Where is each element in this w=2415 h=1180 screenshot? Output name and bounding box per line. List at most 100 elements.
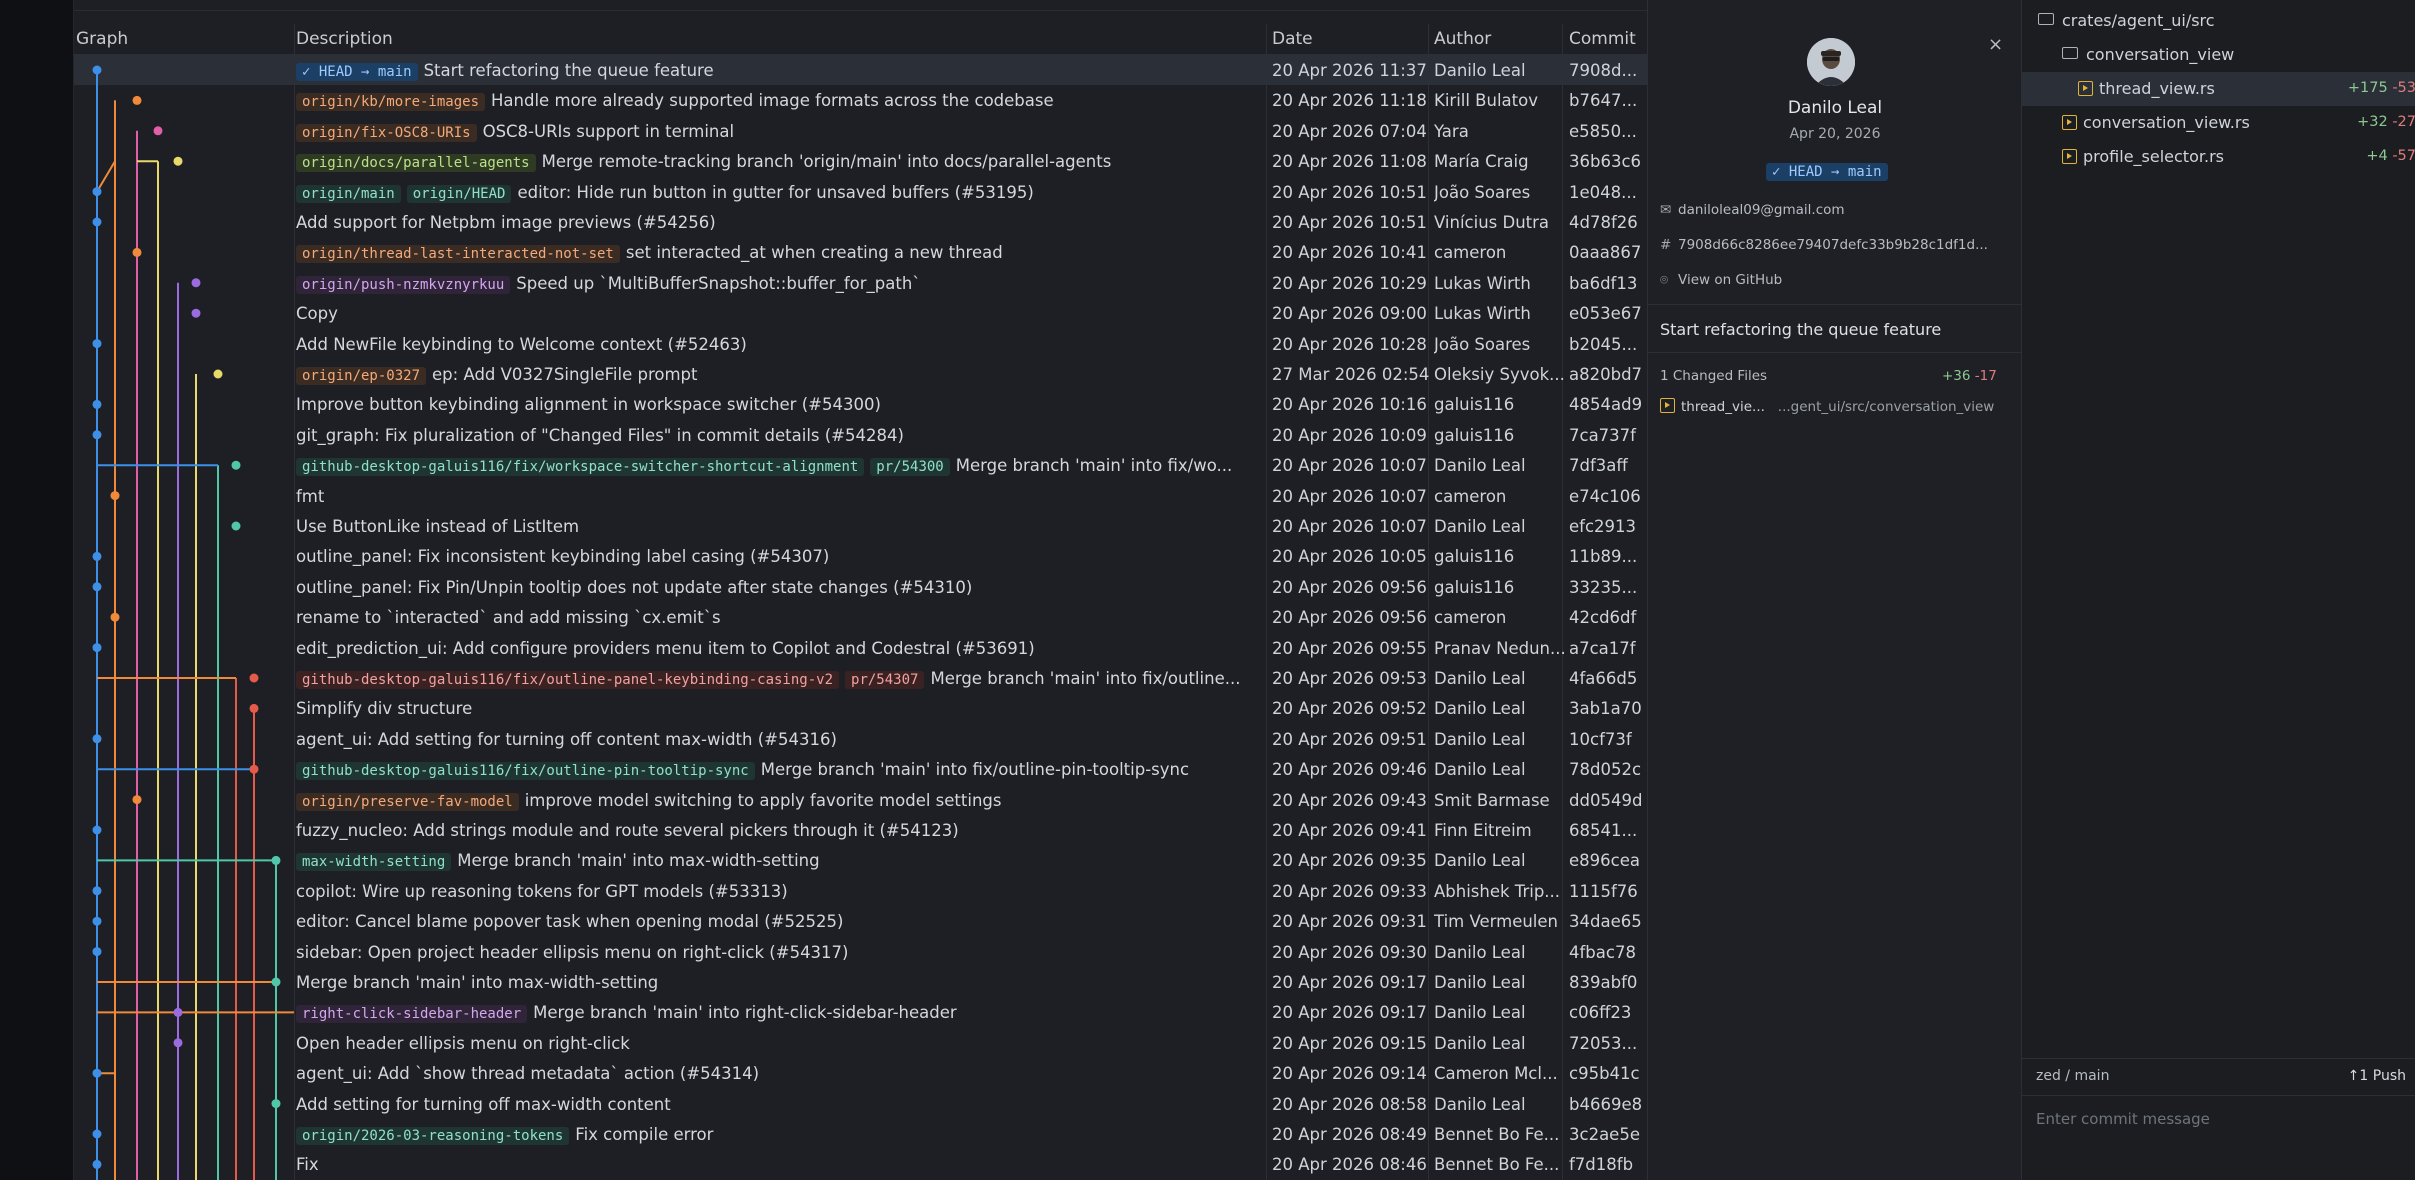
commit-node[interactable] — [153, 126, 163, 136]
commit-row[interactable]: Add NewFile keybinding to Welcome contex… — [74, 329, 1647, 359]
commit-node[interactable] — [231, 521, 241, 531]
commit-node[interactable] — [92, 187, 102, 197]
commit-node[interactable] — [271, 855, 281, 865]
commit-row[interactable]: origin/2026-03-reasoning-tokens Fix compi… — [74, 1119, 1647, 1149]
commit-row[interactable]: agent_ui: Add `show thread metadata` act… — [74, 1058, 1647, 1088]
commit-node[interactable] — [132, 247, 142, 257]
commit-row[interactable]: right-click-sidebar-header Merge branch '… — [74, 997, 1647, 1027]
commit-hash: 839abf0 — [1569, 973, 1638, 992]
commit-date: 20 Apr 2026 10:51 — [1272, 182, 1427, 202]
commit-row[interactable]: fuzzy_nucleo: Add strings module and rou… — [74, 815, 1647, 845]
commit-row[interactable]: origin/ep-0327 ep: Add V0327SingleFile pr… — [74, 359, 1647, 389]
commit-description: sidebar: Open project header ellipsis me… — [296, 943, 1336, 962]
commit-node[interactable] — [231, 460, 241, 470]
commit-row[interactable]: origin/kb/more-images Handle more already… — [74, 85, 1647, 115]
commit-node[interactable] — [191, 278, 201, 288]
col-commit[interactable]: Commit — [1569, 29, 1636, 49]
commit-row[interactable]: Open header ellipsis menu on right-click… — [74, 1028, 1647, 1058]
commit-row[interactable]: Fix 20 Apr 2026 08:46 Bennet Bo Fe... f7d18… — [74, 1149, 1647, 1179]
commit-node[interactable] — [92, 947, 102, 957]
commit-row[interactable]: git_graph: Fix pluralization of "Changed… — [74, 420, 1647, 450]
commit-row[interactable]: github-desktop-galuis116/fix/outline-pin… — [74, 754, 1647, 784]
commit-row[interactable]: origin/docs/parallel-agents Merge remote-… — [74, 146, 1647, 176]
commit-node[interactable] — [92, 65, 102, 75]
commit-row[interactable]: origin/preserve-fav-model improve model s… — [74, 785, 1647, 815]
commit-date: 20 Apr 2026 10:07 — [1272, 456, 1427, 476]
col-description[interactable]: Description — [296, 29, 393, 49]
push-button[interactable]: ↑1 Push — [2348, 1068, 2406, 1084]
commit-row[interactable]: Use ButtonLike instead of ListItem 20 Apr… — [74, 511, 1647, 541]
commit-row[interactable]: ✓ HEAD → main Start refactoring the queue… — [74, 55, 1647, 86]
commit-node[interactable] — [271, 977, 281, 987]
view-on-github-link[interactable]: ⌾ View on GitHub — [1660, 272, 1782, 288]
tree-folder-root[interactable]: crates/agent_ui/src — [2022, 4, 2415, 38]
commit-node[interactable] — [213, 369, 223, 379]
commit-node[interactable] — [92, 734, 102, 744]
commit-row[interactable]: outline_panel: Fix Pin/Unpin tooltip doe… — [74, 572, 1647, 602]
email-line[interactable]: ✉ daniloleal09@gmail.com — [1660, 202, 1845, 218]
commit-node[interactable] — [191, 308, 201, 318]
commit-row[interactable]: Simplify div structure 20 Apr 2026 09:52 D… — [74, 693, 1647, 723]
commit-node[interactable] — [249, 673, 259, 683]
commit-row[interactable]: origin/thread-last-interacted-not-set set… — [74, 237, 1647, 267]
commit-row[interactable]: editor: Cancel blame popover task when o… — [74, 906, 1647, 936]
close-icon[interactable]: × — [1988, 34, 2003, 55]
commit-node[interactable] — [173, 1038, 183, 1048]
changed-file-item[interactable]: thread_vie... ...gent_ui/src/conversatio… — [1660, 398, 1994, 415]
commit-row[interactable]: Copy 20 Apr 2026 09:00 Lukas Wirth e053e67 — [74, 298, 1647, 328]
tree-file-thread-view[interactable]: thread_view.rs +175 -53 — [2022, 72, 2415, 106]
commit-node[interactable] — [92, 1159, 102, 1169]
commit-node[interactable] — [132, 795, 142, 805]
commit-node[interactable] — [92, 551, 102, 561]
commit-row[interactable]: outline_panel: Fix inconsistent keybindi… — [74, 541, 1647, 571]
commit-node[interactable] — [92, 1068, 102, 1078]
commit-row[interactable]: Add support for Netpbm image previews (#… — [74, 207, 1647, 237]
commit-row[interactable]: github-desktop-galuis116/fix/workspace-s… — [74, 450, 1647, 480]
col-author[interactable]: Author — [1434, 29, 1491, 49]
commit-node[interactable] — [92, 886, 102, 896]
commit-row[interactable]: github-desktop-galuis116/fix/outline-pan… — [74, 663, 1647, 693]
commit-node[interactable] — [92, 643, 102, 653]
sha-line[interactable]: #7908d66c8286ee79407defc33b9b28c1df1d... — [1660, 237, 1988, 253]
commit-row[interactable]: max-width-setting Merge branch 'main' int… — [74, 845, 1647, 875]
commit-node[interactable] — [92, 399, 102, 409]
commit-node[interactable] — [173, 156, 183, 166]
commit-row[interactable]: origin/push-nzmkvznyrkuu Speed up `MultiB… — [74, 268, 1647, 298]
commit-author: Lukas Wirth — [1434, 273, 1531, 293]
tree-file-profile-selector[interactable]: profile_selector.rs +4 -57 — [2022, 140, 2415, 174]
commit-node[interactable] — [249, 764, 259, 774]
commit-node[interactable] — [110, 612, 120, 622]
tree-file-conversation-view[interactable]: conversation_view.rs +32 -27 — [2022, 106, 2415, 140]
branch-selector[interactable]: zed / main — [2036, 1068, 2109, 1084]
commit-row[interactable]: agent_ui: Add setting for turning off co… — [74, 724, 1647, 754]
commit-row[interactable]: sidebar: Open project header ellipsis me… — [74, 937, 1647, 967]
commit-node[interactable] — [110, 491, 120, 501]
commit-node[interactable] — [92, 339, 102, 349]
commit-node[interactable] — [92, 916, 102, 926]
commit-node[interactable] — [173, 1007, 183, 1017]
commit-row[interactable]: Improve button keybinding alignment in w… — [74, 389, 1647, 419]
commit-node[interactable] — [92, 430, 102, 440]
commit-row[interactable]: copilot: Wire up reasoning tokens for GP… — [74, 876, 1647, 906]
commit-node[interactable] — [92, 582, 102, 592]
commit-node[interactable] — [132, 95, 142, 105]
commit-row[interactable]: Add setting for turning off max-width co… — [74, 1089, 1647, 1119]
search-bar[interactable] — [74, 0, 1647, 11]
col-graph[interactable]: Graph — [76, 29, 128, 49]
col-date[interactable]: Date — [1272, 29, 1313, 49]
commit-message-input[interactable]: Enter commit message — [2036, 1110, 2210, 1128]
commit-row[interactable]: fmt 20 Apr 2026 10:07 cameron e74c106 — [74, 481, 1647, 511]
commit-node[interactable] — [249, 703, 259, 713]
avatar — [1807, 38, 1855, 86]
commit-node[interactable] — [92, 217, 102, 227]
tree-folder-conversation-view[interactable]: conversation_view — [2022, 38, 2415, 72]
commit-node[interactable] — [271, 1099, 281, 1109]
commit-row[interactable]: Merge branch 'main' into max-width-setti… — [74, 967, 1647, 997]
commit-row[interactable]: rename to `interacted` and add missing `… — [74, 602, 1647, 632]
commit-node[interactable] — [92, 1129, 102, 1139]
commit-description: Open header ellipsis menu on right-click — [296, 1034, 1336, 1053]
commit-row[interactable]: edit_prediction_ui: Add configure provid… — [74, 633, 1647, 663]
commit-row[interactable]: origin/fix-OSC8-URIs OSC8-URIs support in… — [74, 116, 1647, 146]
commit-row[interactable]: origin/main origin/HEAD editor: Hide run b… — [74, 177, 1647, 207]
commit-node[interactable] — [92, 825, 102, 835]
